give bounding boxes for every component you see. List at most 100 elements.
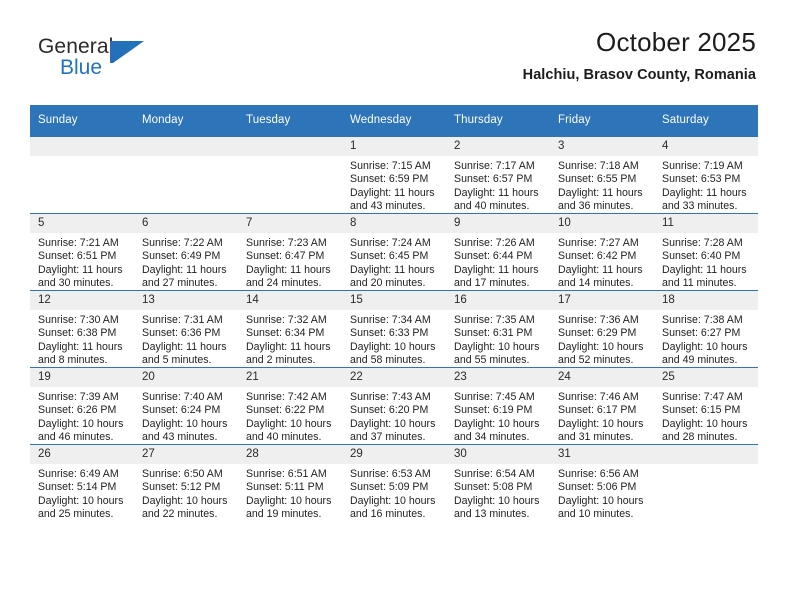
day-details: Sunrise: 7:39 AM Sunset: 6:26 PM Daylight:… bbox=[30, 387, 134, 445]
sunrise-text: Sunrise: 7:23 AM bbox=[246, 237, 327, 249]
sunset-text: Sunset: 6:24 PM bbox=[142, 404, 221, 417]
day-box: 21 Sunrise: 7:42 AM Sunset: 6:22 PM Dayligh… bbox=[238, 368, 342, 444]
calendar-day-cell[interactable]: 25 Sunrise: 7:47 AM Sunset: 6:15 PM Dayligh… bbox=[654, 367, 758, 445]
day-box: 13 Sunrise: 7:31 AM Sunset: 6:36 PM Dayligh… bbox=[134, 291, 238, 367]
daylight-text: Daylight: 10 hours and 43 minutes. bbox=[142, 417, 228, 444]
sunrise-text: Sunrise: 6:56 AM bbox=[558, 468, 639, 480]
day-details: Sunrise: 7:21 AM Sunset: 6:51 PM Daylight:… bbox=[30, 233, 134, 291]
day-details: Sunrise: 7:46 AM Sunset: 6:17 PM Daylight:… bbox=[550, 387, 654, 445]
calendar-day-cell[interactable]: 10 Sunrise: 7:27 AM Sunset: 6:42 PM Dayligh… bbox=[550, 213, 654, 291]
day-details: Sunrise: 7:34 AM Sunset: 6:33 PM Daylight:… bbox=[342, 310, 446, 368]
sunset-text: Sunset: 6:40 PM bbox=[662, 250, 741, 263]
day-box: 11 Sunrise: 7:28 AM Sunset: 6:40 PM Dayligh… bbox=[654, 214, 758, 290]
sunset-text: Sunset: 5:06 PM bbox=[558, 481, 637, 494]
sunrise-text: Sunrise: 7:42 AM bbox=[246, 391, 327, 403]
day-details: Sunrise: 6:54 AM Sunset: 5:08 PM Daylight:… bbox=[446, 464, 550, 522]
day-number: 11 bbox=[654, 214, 758, 233]
sunrise-text: Sunrise: 7:46 AM bbox=[558, 391, 639, 403]
calendar-day-cell[interactable]: 30 Sunrise: 6:54 AM Sunset: 5:08 PM Dayligh… bbox=[446, 444, 550, 521]
day-details: Sunrise: 7:26 AM Sunset: 6:44 PM Daylight:… bbox=[446, 233, 550, 291]
brand-name-blue: Blue bbox=[60, 56, 103, 79]
calendar-day-cell[interactable]: 11 Sunrise: 7:28 AM Sunset: 6:40 PM Dayligh… bbox=[654, 213, 758, 291]
weekday-header-row: Sunday Monday Tuesday Wednesday Thursday… bbox=[30, 105, 758, 137]
sunset-text: Sunset: 6:47 PM bbox=[246, 250, 325, 263]
calendar-day-cell[interactable]: 2 Sunrise: 7:17 AM Sunset: 6:57 PM Daylight… bbox=[446, 136, 550, 214]
calendar-day-cell[interactable]: 9 Sunrise: 7:26 AM Sunset: 6:44 PM Daylight… bbox=[446, 213, 550, 291]
calendar-day-cell[interactable]: 27 Sunrise: 6:50 AM Sunset: 5:12 PM Dayligh… bbox=[134, 444, 238, 521]
sunrise-text: Sunrise: 6:54 AM bbox=[454, 468, 535, 480]
calendar-day-cell[interactable]: 1 Sunrise: 7:15 AM Sunset: 6:59 PM Daylight… bbox=[342, 136, 446, 214]
calendar-day-cell[interactable]: 16 Sunrise: 7:35 AM Sunset: 6:31 PM Dayligh… bbox=[446, 290, 550, 368]
calendar-day-cell[interactable]: 4 Sunrise: 7:19 AM Sunset: 6:53 PM Daylight… bbox=[654, 136, 758, 214]
daylight-text: Daylight: 11 hours and 14 minutes. bbox=[558, 263, 643, 290]
day-number: 19 bbox=[30, 368, 134, 387]
day-box: 30 Sunrise: 6:54 AM Sunset: 5:08 PM Dayligh… bbox=[446, 445, 550, 521]
calendar-day-cell[interactable]: 5 Sunrise: 7:21 AM Sunset: 6:51 PM Daylight… bbox=[30, 213, 134, 291]
calendar-day-cell[interactable]: 8 Sunrise: 7:24 AM Sunset: 6:45 PM Daylight… bbox=[342, 213, 446, 291]
calendar-day-cell[interactable]: 3 Sunrise: 7:18 AM Sunset: 6:55 PM Daylight… bbox=[550, 136, 654, 214]
day-details: Sunrise: 7:24 AM Sunset: 6:45 PM Daylight:… bbox=[342, 233, 446, 291]
calendar-day-cell[interactable]: 14 Sunrise: 7:32 AM Sunset: 6:34 PM Dayligh… bbox=[238, 290, 342, 368]
day-number bbox=[238, 137, 342, 156]
calendar-day-cell[interactable]: 28 Sunrise: 6:51 AM Sunset: 5:11 PM Dayligh… bbox=[238, 444, 342, 521]
daylight-text: Daylight: 11 hours and 24 minutes. bbox=[246, 263, 331, 290]
calendar-day-cell[interactable]: 31 Sunrise: 6:56 AM Sunset: 5:06 PM Dayligh… bbox=[550, 444, 654, 522]
sunrise-text: Sunrise: 7:28 AM bbox=[662, 237, 743, 249]
sunset-text: Sunset: 6:42 PM bbox=[558, 250, 637, 263]
calendar-day-cell[interactable]: 20 Sunrise: 7:40 AM Sunset: 6:24 PM Dayligh… bbox=[134, 367, 238, 445]
day-number: 6 bbox=[134, 214, 238, 233]
calendar-day-cell[interactable]: 18 Sunrise: 7:38 AM Sunset: 6:27 PM Dayligh… bbox=[654, 290, 758, 368]
calendar-day-cell[interactable]: 6 Sunrise: 7:22 AM Sunset: 6:49 PM Daylight… bbox=[134, 213, 238, 291]
daylight-text: Daylight: 10 hours and 58 minutes. bbox=[350, 340, 436, 367]
calendar-day-cell[interactable]: 21 Sunrise: 7:42 AM Sunset: 6:22 PM Dayligh… bbox=[238, 367, 342, 445]
daylight-text: Daylight: 10 hours and 22 minutes. bbox=[142, 494, 228, 521]
day-number: 14 bbox=[238, 291, 342, 310]
day-details: Sunrise: 6:56 AM Sunset: 5:06 PM Daylight:… bbox=[550, 464, 654, 522]
day-number: 15 bbox=[342, 291, 446, 310]
calendar-day-cell[interactable]: 22 Sunrise: 7:43 AM Sunset: 6:20 PM Dayligh… bbox=[342, 367, 446, 445]
calendar-day-cell[interactable]: 19 Sunrise: 7:39 AM Sunset: 6:26 PM Dayligh… bbox=[30, 367, 134, 445]
calendar-day-cell[interactable]: 7 Sunrise: 7:23 AM Sunset: 6:47 PM Daylight… bbox=[238, 213, 342, 291]
title-block: October 2025 Halchiu, Brasov County, Rom… bbox=[523, 27, 756, 83]
daylight-text: Daylight: 10 hours and 31 minutes. bbox=[558, 417, 644, 444]
sunset-text: Sunset: 6:49 PM bbox=[142, 250, 221, 263]
day-box: 26 Sunrise: 6:49 AM Sunset: 5:14 PM Dayligh… bbox=[30, 445, 134, 521]
sunrise-text: Sunrise: 7:26 AM bbox=[454, 237, 535, 249]
sunset-text: Sunset: 6:38 PM bbox=[38, 327, 117, 340]
calendar-day-cell[interactable]: 23 Sunrise: 7:45 AM Sunset: 6:19 PM Dayligh… bbox=[446, 367, 550, 445]
daylight-text: Daylight: 10 hours and 37 minutes. bbox=[350, 417, 436, 444]
sunset-text: Sunset: 6:59 PM bbox=[350, 173, 429, 186]
day-box: 25 Sunrise: 7:47 AM Sunset: 6:15 PM Dayligh… bbox=[654, 368, 758, 444]
calendar-day-cell[interactable]: 13 Sunrise: 7:31 AM Sunset: 6:36 PM Dayligh… bbox=[134, 290, 238, 368]
day-number: 8 bbox=[342, 214, 446, 233]
calendar-day-cell[interactable]: 26 Sunrise: 6:49 AM Sunset: 5:14 PM Dayligh… bbox=[30, 444, 134, 521]
sunrise-text: Sunrise: 7:19 AM bbox=[662, 160, 743, 172]
day-box: 14 Sunrise: 7:32 AM Sunset: 6:34 PM Dayligh… bbox=[238, 291, 342, 367]
daylight-text: Daylight: 10 hours and 46 minutes. bbox=[38, 417, 124, 444]
day-number: 25 bbox=[654, 368, 758, 387]
day-box bbox=[30, 137, 134, 213]
calendar-day-cell[interactable]: 24 Sunrise: 7:46 AM Sunset: 6:17 PM Dayligh… bbox=[550, 367, 654, 445]
sunrise-text: Sunrise: 7:45 AM bbox=[454, 391, 535, 403]
daylight-text: Daylight: 11 hours and 5 minutes. bbox=[142, 340, 227, 367]
day-number: 2 bbox=[446, 137, 550, 156]
day-details: Sunrise: 7:27 AM Sunset: 6:42 PM Daylight:… bbox=[550, 233, 654, 291]
sunset-text: Sunset: 5:09 PM bbox=[350, 481, 429, 494]
calendar-table: Sunday Monday Tuesday Wednesday Thursday… bbox=[30, 105, 758, 521]
calendar-day-cell[interactable]: 12 Sunrise: 7:30 AM Sunset: 6:38 PM Dayligh… bbox=[30, 290, 134, 368]
sunrise-text: Sunrise: 7:15 AM bbox=[350, 160, 431, 172]
sunset-text: Sunset: 6:57 PM bbox=[454, 173, 533, 186]
sunrise-text: Sunrise: 7:24 AM bbox=[350, 237, 431, 249]
calendar-day-cell[interactable]: 17 Sunrise: 7:36 AM Sunset: 6:29 PM Dayligh… bbox=[550, 290, 654, 368]
sunset-text: Sunset: 6:55 PM bbox=[558, 173, 637, 186]
calendar-day-cell[interactable]: 29 Sunrise: 6:53 AM Sunset: 5:09 PM Dayligh… bbox=[342, 444, 446, 522]
day-number: 22 bbox=[342, 368, 446, 387]
page-header: General Blue October 2025 Halchiu, Braso… bbox=[0, 0, 792, 83]
day-box: 19 Sunrise: 7:39 AM Sunset: 6:26 PM Dayligh… bbox=[30, 368, 134, 444]
calendar-day-cell-empty bbox=[238, 136, 342, 214]
day-details: Sunrise: 6:53 AM Sunset: 5:09 PM Daylight:… bbox=[342, 464, 446, 522]
brand-logo[interactable]: General Blue bbox=[38, 36, 144, 79]
daylight-text: Daylight: 11 hours and 43 minutes. bbox=[350, 186, 435, 213]
calendar-day-cell[interactable]: 15 Sunrise: 7:34 AM Sunset: 6:33 PM Dayligh… bbox=[342, 290, 446, 368]
sunrise-text: Sunrise: 7:32 AM bbox=[246, 314, 327, 326]
